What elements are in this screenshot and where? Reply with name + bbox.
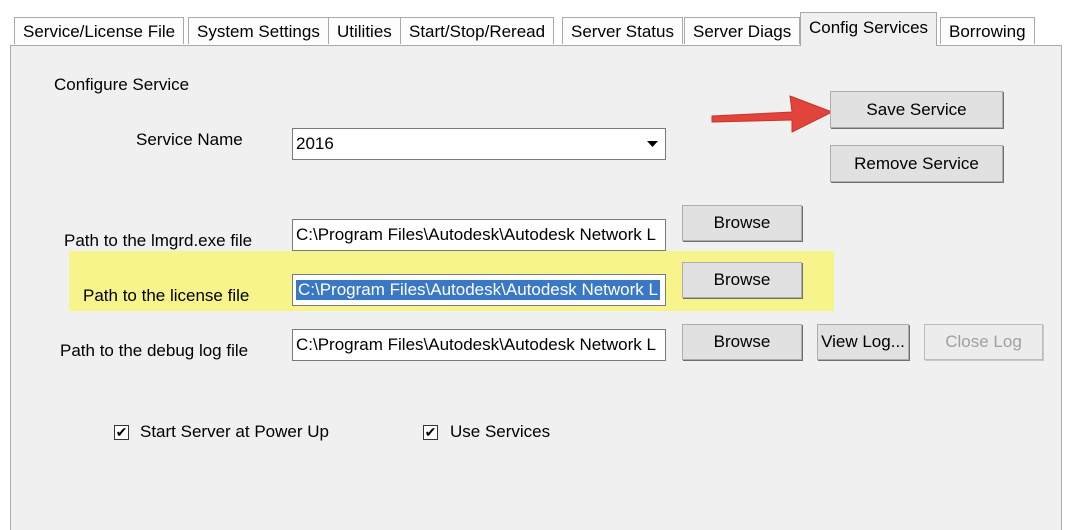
- license-path-label: Path to the license file: [83, 286, 250, 305]
- use-services-checkbox[interactable]: ✔: [423, 425, 438, 440]
- debug-log-path-field[interactable]: C:\Program Files\Autodesk\Autodesk Netwo…: [292, 329, 666, 361]
- section-title: Configure Service: [54, 75, 190, 94]
- close-log-button[interactable]: Close Log: [924, 324, 1043, 360]
- debug-log-path-label: Path to the debug log file: [60, 341, 249, 360]
- tab-config-services[interactable]: Config Services: [800, 12, 938, 46]
- lmgrd-path-label: Path to the lmgrd.exe file: [64, 231, 253, 250]
- use-services-label[interactable]: Use Services: [450, 422, 550, 442]
- lmgrd-browse-button[interactable]: Browse: [682, 205, 802, 241]
- tab-start-stop-reread[interactable]: Start/Stop/Reread: [400, 17, 555, 44]
- start-server-label[interactable]: Start Server at Power Up: [140, 422, 329, 442]
- service-name-dropdown[interactable]: 2016: [292, 128, 666, 160]
- view-log-button[interactable]: View Log...: [817, 324, 909, 360]
- checkmark-icon: ✔: [115, 424, 128, 440]
- tab-borrowing[interactable]: Borrowing: [940, 17, 1035, 44]
- tab-bar: Service/License File System Settings Uti…: [14, 12, 1035, 46]
- red-arrow-icon: [711, 95, 833, 133]
- debug-log-path-value: C:\Program Files\Autodesk\Autodesk Netwo…: [296, 335, 656, 354]
- service-name-label: Service Name: [136, 130, 243, 149]
- remove-service-button[interactable]: Remove Service: [830, 145, 1003, 182]
- chevron-down-icon[interactable]: [642, 132, 663, 156]
- debug-browse-button[interactable]: Browse: [682, 324, 802, 360]
- tab-server-diags[interactable]: Server Diags: [684, 17, 801, 44]
- tab-utilities[interactable]: Utilities: [328, 17, 401, 44]
- lmgrd-path-value: C:\Program Files\Autodesk\Autodesk Netwo…: [296, 225, 656, 244]
- tab-server-status[interactable]: Server Status: [562, 17, 683, 44]
- license-path-field[interactable]: C:\Program Files\Autodesk\Autodesk Netwo…: [292, 274, 666, 306]
- save-service-button[interactable]: Save Service: [830, 91, 1003, 128]
- start-server-checkbox[interactable]: ✔: [114, 425, 129, 440]
- lmgrd-path-field[interactable]: C:\Program Files\Autodesk\Autodesk Netwo…: [292, 219, 666, 251]
- tab-system-settings[interactable]: System Settings: [188, 17, 329, 44]
- service-name-value: 2016: [296, 134, 334, 153]
- checkmark-icon: ✔: [424, 424, 437, 440]
- license-path-value: C:\Program Files\Autodesk\Autodesk Netwo…: [296, 280, 660, 300]
- tab-service-license-file[interactable]: Service/License File: [14, 17, 185, 44]
- license-browse-button[interactable]: Browse: [682, 262, 802, 298]
